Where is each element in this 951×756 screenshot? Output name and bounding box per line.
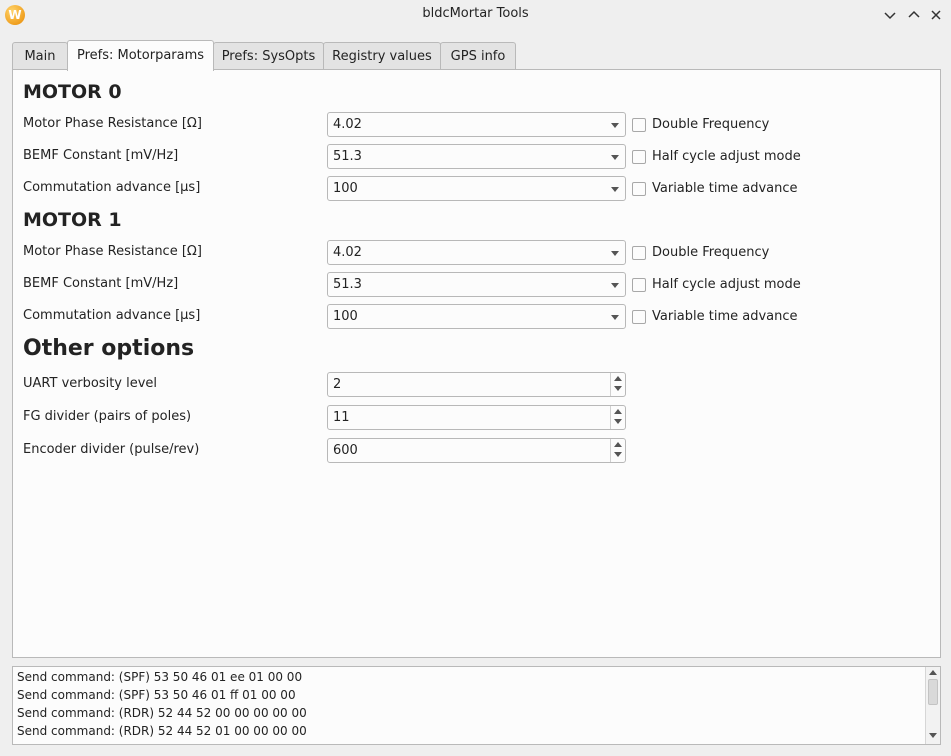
checkbox-icon [632,278,646,292]
spinbox-value: 11 [333,410,350,425]
checkbox-label: Double Frequency [652,117,770,132]
window-title: bldcMortar Tools [422,6,529,21]
motor0-heading: MOTOR 0 [23,81,122,103]
motor1-resistance-label: Motor Phase Resistance [Ω] [23,244,202,259]
spinbox-value: 2 [333,377,342,392]
log-line: Send command: (SPF) 53 50 46 01 ff 01 00… [17,688,296,702]
dropdown-arrow-icon [611,123,619,128]
dropdown-arrow-icon [611,283,619,288]
motor1-commutation-label: Commutation advance [µs] [23,308,201,323]
maximize-button[interactable] [905,6,923,24]
close-icon [931,10,941,20]
log-scrollbar[interactable] [925,667,940,744]
motor0-bemf-combo[interactable]: 51.3 [327,144,626,169]
motorparams-panel: MOTOR 0 Motor Phase Resistance [Ω] 4.02 … [12,69,941,658]
spin-up-icon[interactable] [614,442,622,447]
tab-registry-values[interactable]: Registry values [323,42,441,70]
motor0-resistance-label: Motor Phase Resistance [Ω] [23,116,202,131]
checkbox-label: Half cycle adjust mode [652,149,801,164]
combo-value: 100 [333,181,358,196]
command-log[interactable]: Send command: (SPF) 53 50 46 01 ee 01 00… [12,666,941,745]
log-line: Send command: (SPF) 53 50 46 01 ee 01 00… [17,670,303,684]
checkbox-icon [632,246,646,260]
minimize-button[interactable] [881,6,899,24]
checkbox-label: Double Frequency [652,245,770,260]
scroll-down-icon[interactable] [929,733,937,738]
combo-value: 51.3 [333,149,362,164]
spin-down-icon[interactable] [614,386,622,391]
close-button[interactable] [927,6,945,24]
combo-value: 51.3 [333,277,362,292]
tab-prefs-motorparams[interactable]: Prefs: Motorparams [67,40,214,71]
motor1-bemf-label: BEMF Constant [mV/Hz] [23,276,179,291]
encoder-divider-spinbox[interactable]: 600 [327,438,626,463]
spin-up-icon[interactable] [614,409,622,414]
dropdown-arrow-icon [611,187,619,192]
checkbox-label: Variable time advance [652,181,798,196]
other-options-heading: Other options [23,336,195,361]
scroll-up-icon[interactable] [929,670,937,675]
checkbox-icon [632,150,646,164]
log-line: Send command: (RDR) 52 44 52 01 00 00 00… [17,724,307,738]
spin-down-icon[interactable] [614,419,622,424]
dropdown-arrow-icon [611,251,619,256]
fg-divider-spinbox[interactable]: 11 [327,405,626,430]
motor0-bemf-label: BEMF Constant [mV/Hz] [23,148,179,163]
spin-up-icon[interactable] [614,376,622,381]
checkbox-icon [632,118,646,132]
motor0-commutation-combo[interactable]: 100 [327,176,626,201]
combo-value: 4.02 [333,245,362,260]
tab-prefs-sysopts[interactable]: Prefs: SysOpts [213,42,324,70]
checkbox-icon [632,182,646,196]
motor0-commutation-label: Commutation advance [µs] [23,180,201,195]
spinbox-value: 600 [333,443,358,458]
spinbox-buttons[interactable] [610,406,625,429]
fg-divider-label: FG divider (pairs of poles) [23,409,192,424]
motor1-heading: MOTOR 1 [23,209,122,231]
title-bar: W bldcMortar Tools [0,0,951,30]
chevron-up-icon [908,10,920,18]
checkbox-icon [632,310,646,324]
uart-verbosity-spinbox[interactable]: 2 [327,372,626,397]
motor1-commutation-combo[interactable]: 100 [327,304,626,329]
encoder-divider-label: Encoder divider (pulse/rev) [23,442,200,457]
motor0-resistance-combo[interactable]: 4.02 [327,112,626,137]
spin-down-icon[interactable] [614,452,622,457]
dropdown-arrow-icon [611,155,619,160]
combo-value: 100 [333,309,358,324]
tab-gps-info[interactable]: GPS info [440,42,516,70]
motor1-bemf-combo[interactable]: 51.3 [327,272,626,297]
checkbox-label: Variable time advance [652,309,798,324]
combo-value: 4.02 [333,117,362,132]
scroll-thumb[interactable] [928,679,938,705]
uart-verbosity-label: UART verbosity level [23,376,158,391]
checkbox-label: Half cycle adjust mode [652,277,801,292]
spinbox-buttons[interactable] [610,439,625,462]
motor1-resistance-combo[interactable]: 4.02 [327,240,626,265]
dropdown-arrow-icon [611,315,619,320]
chevron-down-icon [884,12,896,20]
log-line: Send command: (RDR) 52 44 52 00 00 00 00… [17,706,307,720]
spinbox-buttons[interactable] [610,373,625,396]
tab-main[interactable]: Main [12,42,68,70]
